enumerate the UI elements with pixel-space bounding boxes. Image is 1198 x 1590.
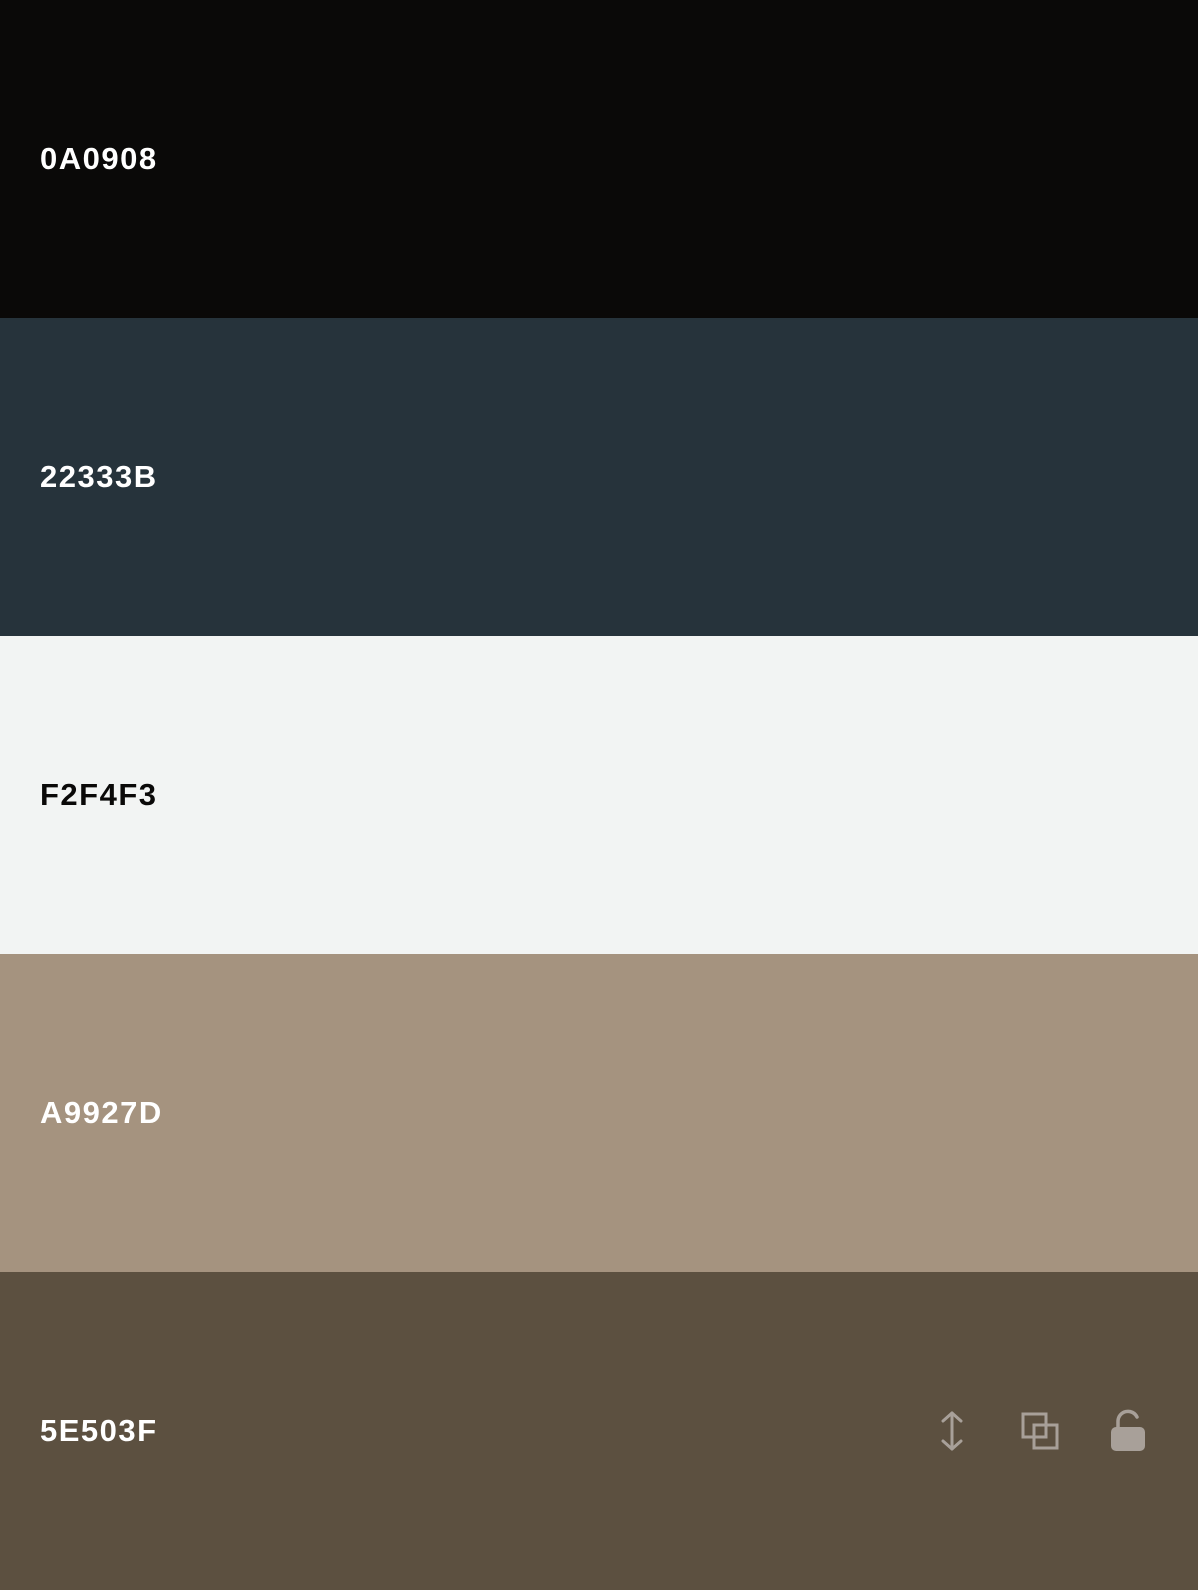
swatch-5e503f[interactable]: 5E503F xyxy=(0,1272,1198,1590)
hex-label[interactable]: 5E503F xyxy=(40,1413,158,1449)
copy-icon[interactable] xyxy=(1016,1407,1064,1455)
hex-label[interactable]: A9927D xyxy=(40,1095,163,1131)
hex-label[interactable]: 0A0908 xyxy=(40,141,158,177)
drag-vertical-icon[interactable] xyxy=(928,1407,976,1455)
unlock-icon[interactable] xyxy=(1104,1407,1152,1455)
swatch-f2f4f3[interactable]: F2F4F3 xyxy=(0,636,1198,954)
hex-label[interactable]: F2F4F3 xyxy=(40,777,158,813)
swatch-22333b[interactable]: 22333B xyxy=(0,318,1198,636)
color-palette: 0A0908 22333B F2F4F3 A9927D 5E503F xyxy=(0,0,1198,1590)
swatch-a9927d[interactable]: A9927D xyxy=(0,954,1198,1272)
swatch-0a0908[interactable]: 0A0908 xyxy=(0,0,1198,318)
hex-label[interactable]: 22333B xyxy=(40,459,158,495)
swatch-tools xyxy=(928,1407,1152,1455)
